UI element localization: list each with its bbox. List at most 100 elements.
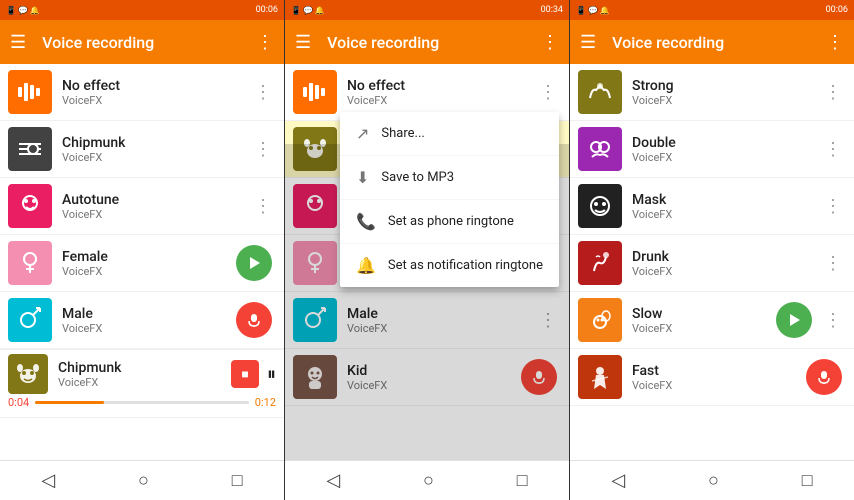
- status-bar-1: 📱 💬 🔔 00:06: [0, 0, 284, 20]
- list-item-female[interactable]: Female VoiceFX: [0, 235, 284, 292]
- context-menu-set-notification[interactable]: 🔔 Set as notification ringtone: [340, 244, 559, 287]
- back-btn-2[interactable]: ◁: [326, 470, 340, 491]
- list-item-autotune[interactable]: Autotune VoiceFX ⋮: [0, 178, 284, 235]
- item-name-no-effect: No effect: [62, 78, 250, 94]
- thumb-double: [578, 127, 622, 171]
- status-bar-2: 📱 💬 🔔 00:34: [285, 0, 569, 20]
- play-btn-slow[interactable]: [776, 302, 812, 338]
- more-btn-no-effect-s2[interactable]: ⋮: [535, 78, 561, 107]
- item-name-autotune: Autotune: [62, 192, 250, 208]
- list-item-strong[interactable]: Strong VoiceFX ⋮: [570, 64, 854, 121]
- thumb-female: [8, 241, 52, 285]
- hamburger-icon-2[interactable]: ☰: [295, 32, 311, 53]
- toolbar-3: ☰ Voice recording ⋮: [570, 20, 854, 64]
- list-item-slow[interactable]: Slow VoiceFX ⋮: [570, 292, 854, 349]
- more-btn-autotune[interactable]: ⋮: [250, 192, 276, 221]
- thumb-drunk: [578, 241, 622, 285]
- chipmunk-recording-sub: VoiceFX: [58, 376, 231, 389]
- item-sub-no-effect: VoiceFX: [62, 94, 250, 107]
- list-2: No effect VoiceFX ⋮ Ch...: [285, 64, 569, 460]
- more-icon-1[interactable]: ⋮: [256, 32, 274, 53]
- item-sub-autotune: VoiceFX: [62, 208, 250, 221]
- more-btn-strong[interactable]: ⋮: [820, 78, 846, 107]
- item-info-chipmunk: Chipmunk VoiceFX: [62, 135, 250, 164]
- item-info-slow: Slow VoiceFX: [632, 306, 776, 335]
- thumb-chipmunk: [8, 127, 52, 171]
- progress-fill: [35, 401, 103, 404]
- thumb-no-effect-s2: [293, 70, 337, 114]
- recents-btn-1[interactable]: □: [232, 470, 243, 491]
- item-name-female: Female: [62, 249, 236, 265]
- home-btn-3[interactable]: ○: [708, 470, 719, 491]
- context-menu-save-mp3[interactable]: ⬇ Save to MP3: [340, 156, 559, 200]
- item-info-double: Double VoiceFX: [632, 135, 820, 164]
- list-item-chipmunk[interactable]: Chipmunk VoiceFX ⋮: [0, 121, 284, 178]
- mic-btn-fast[interactable]: [806, 359, 842, 395]
- list-item-male[interactable]: Male VoiceFX: [0, 292, 284, 349]
- more-icon-2[interactable]: ⋮: [541, 32, 559, 53]
- list-3: Strong VoiceFX ⋮ Double VoiceFX: [570, 64, 854, 460]
- thumb-mask: [578, 184, 622, 228]
- hamburger-icon-3[interactable]: ☰: [580, 32, 596, 53]
- more-btn-drunk[interactable]: ⋮: [820, 249, 846, 278]
- thumb-autotune: [8, 184, 52, 228]
- rec-end-time: 0:12: [255, 396, 276, 409]
- list-item-chipmunk-recording[interactable]: Chipmunk VoiceFX ■ ⏸ 0:04 0:12: [0, 349, 284, 418]
- mic-btn-male[interactable]: [236, 302, 272, 338]
- stop-btn[interactable]: ■: [231, 360, 259, 388]
- context-menu-notification-label: Set as notification ringtone: [388, 258, 543, 273]
- item-name-strong: Strong: [632, 78, 820, 94]
- screens-container: 📱 💬 🔔 00:06 ☰ Voice recording ⋮ No effec…: [0, 0, 854, 500]
- thumb-chipmunk-recording: [8, 354, 48, 394]
- home-btn-1[interactable]: ○: [138, 470, 149, 491]
- item-sub-female: VoiceFX: [62, 265, 236, 278]
- item-sub-strong: VoiceFX: [632, 94, 820, 107]
- play-btn-female[interactable]: [236, 245, 272, 281]
- more-btn-no-effect[interactable]: ⋮: [250, 78, 276, 107]
- list-item-double[interactable]: Double VoiceFX ⋮: [570, 121, 854, 178]
- list-1: No effect VoiceFX ⋮ Chipmunk VoiceFX ⋮: [0, 64, 284, 460]
- more-btn-slow[interactable]: ⋮: [820, 306, 846, 335]
- toolbar-1: ☰ Voice recording ⋮: [0, 20, 284, 64]
- chipmunk-recording-name: Chipmunk: [58, 360, 231, 376]
- home-btn-2[interactable]: ○: [423, 470, 434, 491]
- pause-btn[interactable]: ⏸: [267, 364, 276, 385]
- context-menu-save-label: Save to MP3: [381, 170, 454, 185]
- status-right-1: 00:06: [256, 5, 278, 15]
- item-name-mask: Mask: [632, 192, 820, 208]
- thumb-slow: [578, 298, 622, 342]
- toolbar-2: ☰ Voice recording ⋮: [285, 20, 569, 64]
- context-menu-share[interactable]: ↗ Share...: [340, 112, 559, 156]
- more-icon-3[interactable]: ⋮: [826, 32, 844, 53]
- item-sub-double: VoiceFX: [632, 151, 820, 164]
- thumb-male: [8, 298, 52, 342]
- back-btn-1[interactable]: ◁: [41, 470, 55, 491]
- status-bar-3: 📱 💬 🔔 00:06: [570, 0, 854, 20]
- context-menu-set-ringtone[interactable]: 📞 Set as phone ringtone: [340, 200, 559, 244]
- more-btn-double[interactable]: ⋮: [820, 135, 846, 164]
- list-item-no-effect[interactable]: No effect VoiceFX ⋮: [0, 64, 284, 121]
- context-menu-ringtone-label: Set as phone ringtone: [388, 214, 514, 229]
- list-item-fast[interactable]: Fast VoiceFX: [570, 349, 854, 406]
- item-info-male: Male VoiceFX: [62, 306, 236, 335]
- recents-btn-2[interactable]: □: [517, 470, 528, 491]
- more-btn-chipmunk[interactable]: ⋮: [250, 135, 276, 164]
- list-item-drunk[interactable]: Drunk VoiceFX ⋮: [570, 235, 854, 292]
- screen-2: 📱 💬 🔔 00:34 ☰ Voice recording ⋮ No effec…: [285, 0, 570, 500]
- list-item-mask[interactable]: Mask VoiceFX ⋮: [570, 178, 854, 235]
- item-info-no-effect: No effect VoiceFX: [62, 78, 250, 107]
- item-sub-chipmunk: VoiceFX: [62, 151, 250, 164]
- screen-1: 📱 💬 🔔 00:06 ☰ Voice recording ⋮ No effec…: [0, 0, 285, 500]
- back-btn-3[interactable]: ◁: [611, 470, 625, 491]
- hamburger-icon-1[interactable]: ☰: [10, 32, 26, 53]
- recents-btn-3[interactable]: □: [802, 470, 813, 491]
- item-info-fast: Fast VoiceFX: [632, 363, 806, 392]
- status-left-1: 📱 💬 🔔: [6, 6, 40, 15]
- item-info-female: Female VoiceFX: [62, 249, 236, 278]
- item-info-mask: Mask VoiceFX: [632, 192, 820, 221]
- nav-bar-1: ◁ ○ □: [0, 460, 284, 500]
- context-menu: ↗ Share... ⬇ Save to MP3 📞 Set as phone …: [340, 112, 559, 287]
- item-name-drunk: Drunk: [632, 249, 820, 265]
- more-btn-mask[interactable]: ⋮: [820, 192, 846, 221]
- progress-bar: [35, 401, 249, 404]
